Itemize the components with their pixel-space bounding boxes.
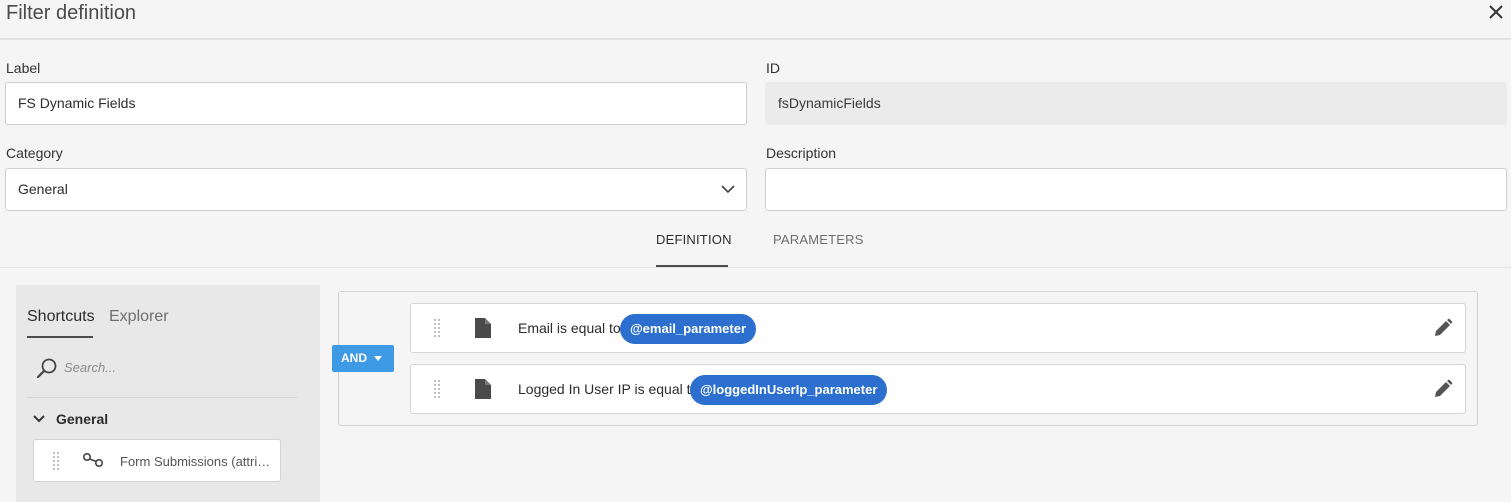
caret-down-icon xyxy=(374,356,382,361)
chevron-down-icon xyxy=(33,415,45,423)
close-icon xyxy=(1489,5,1503,19)
description-field-label: Description xyxy=(766,145,837,161)
close-button[interactable] xyxy=(1485,0,1507,26)
search-placeholder: Search... xyxy=(64,360,117,375)
parameter-pill[interactable]: @loggedInUserIp_parameter xyxy=(690,375,888,405)
panel-tab-indicator xyxy=(27,336,93,338)
divider xyxy=(27,397,297,398)
rule-row[interactable]: Email is equal to @email_parameter xyxy=(410,303,1466,353)
search-icon xyxy=(36,358,57,379)
parameter-pill[interactable]: @email_parameter xyxy=(620,314,757,344)
search-input[interactable]: Search... xyxy=(36,357,296,381)
document-icon xyxy=(475,318,491,338)
tab-definition[interactable]: DEFINITION xyxy=(656,232,732,247)
id-input: fsDynamicFields xyxy=(765,82,1507,125)
rule-condition-text: Email is equal to xyxy=(518,320,621,336)
id-field-label: ID xyxy=(766,60,780,76)
definition-tabs: DEFINITION PARAMETERS xyxy=(0,225,1511,268)
shortcut-item-form-submissions[interactable]: Form Submissions (attri… xyxy=(33,439,281,482)
label-field-label: Label xyxy=(6,60,41,76)
category-select-value: General xyxy=(18,181,68,197)
rule-row[interactable]: Logged In User IP is equal to @loggedInU… xyxy=(410,364,1466,414)
category-select[interactable]: General xyxy=(5,168,747,211)
category-field-label: Category xyxy=(6,145,63,161)
drag-handle-icon xyxy=(434,380,440,398)
chevron-down-icon xyxy=(721,185,735,194)
link-node-icon xyxy=(82,452,104,468)
group-label: General xyxy=(56,411,109,427)
dialog-title: Filter definition xyxy=(6,2,137,24)
tab-parameters[interactable]: PARAMETERS xyxy=(773,232,864,247)
operator-label: AND xyxy=(341,351,367,365)
pencil-icon[interactable] xyxy=(1433,379,1453,399)
document-icon xyxy=(475,379,491,399)
label-input[interactable]: FS Dynamic Fields xyxy=(5,82,747,125)
tab-shortcuts[interactable]: Shortcuts xyxy=(27,308,95,326)
description-input[interactable] xyxy=(765,168,1507,211)
active-tab-indicator xyxy=(656,265,728,267)
tab-explorer[interactable]: Explorer xyxy=(109,308,169,326)
shortcut-item-label: Form Submissions (attri… xyxy=(120,454,271,469)
dialog-header: Filter definition xyxy=(0,0,1511,40)
pencil-icon[interactable] xyxy=(1433,318,1453,338)
drag-handle-icon xyxy=(53,452,59,470)
and-operator-button[interactable]: AND xyxy=(332,345,394,372)
rule-condition-text: Logged In User IP is equal to xyxy=(518,381,699,397)
palette-panel: Shortcuts Explorer Search... General For… xyxy=(16,285,320,502)
drag-handle-icon xyxy=(434,319,440,337)
